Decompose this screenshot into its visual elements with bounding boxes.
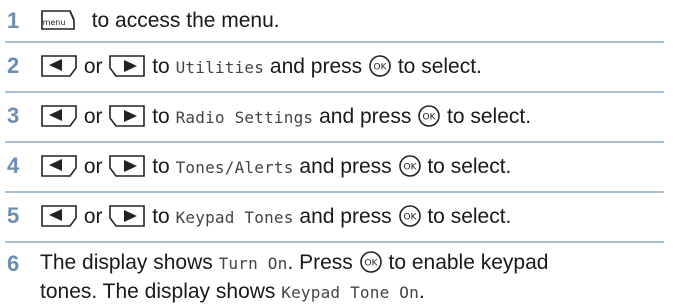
step-number: 6	[7, 251, 20, 276]
menu-item-name: Keypad Tones	[175, 208, 294, 227]
to-select-text: to select.	[427, 205, 512, 228]
step-line-1: The display shows Turn On. Press OK to e…	[40, 249, 664, 278]
to-select-text: to select.	[397, 55, 482, 78]
right-arrow-key-icon	[109, 105, 146, 127]
to-text: to	[152, 105, 170, 128]
and-press-text: and press	[299, 155, 392, 178]
step-1: 1 menu to access the menu.	[0, 0, 681, 43]
svg-text:OK: OK	[374, 63, 388, 73]
period-text: .	[418, 280, 425, 303]
step-6: 6 The display shows Turn On. Press OK to…	[0, 243, 681, 304]
step-line-2: tones. The display shows Keypad Tone On.	[40, 278, 664, 307]
left-arrow-key-icon	[41, 205, 77, 227]
left-arrow-key-icon	[41, 55, 77, 77]
or-text: or	[83, 205, 103, 228]
right-arrow-key-icon	[109, 55, 146, 77]
step-content: or to Tones/Alerts and press OK to selec…	[40, 153, 664, 182]
left-arrow-key-icon	[41, 155, 77, 177]
step-content: The display shows Turn On. Press OK to e…	[40, 249, 664, 307]
step-2: 2 or to Utilities and press OK to select…	[0, 43, 681, 93]
step-content: or to Keypad Tones and press OK to selec…	[40, 203, 664, 232]
svg-text:menu: menu	[43, 18, 66, 27]
right-arrow-key-icon	[109, 205, 146, 227]
display-shows-text: The display shows	[40, 251, 213, 274]
procedure-steps: 1 menu to access the menu. 2 or to Utili…	[0, 0, 681, 304]
step-number: 4	[7, 153, 20, 178]
and-press-text: and press	[319, 105, 412, 128]
menu-item-name: Tones/Alerts	[175, 158, 294, 177]
step-5: 5 or to Keypad Tones and press OK to sel…	[0, 193, 681, 243]
svg-text:OK: OK	[423, 113, 437, 123]
step-content: menu to access the menu.	[40, 7, 664, 35]
to-select-text: to select.	[447, 105, 532, 128]
menu-item-name: Radio Settings	[175, 108, 314, 127]
display-text: Keypad Tone On	[281, 283, 419, 302]
step-4: 4 or to Tones/Alerts and press OK to sel…	[0, 143, 681, 193]
step-number: 5	[7, 203, 20, 228]
and-press-text: and press	[269, 55, 363, 78]
left-arrow-key-icon	[41, 105, 77, 127]
step-content: or to Radio Settings and press OK to sel…	[40, 103, 664, 132]
ok-key-icon: OK	[398, 155, 421, 177]
to-select-text: to select.	[427, 155, 512, 178]
step-text: to access the menu.	[91, 9, 280, 32]
right-arrow-key-icon	[109, 155, 146, 177]
to-text: to	[152, 55, 170, 78]
ok-key-icon: OK	[359, 251, 382, 273]
or-text: or	[83, 105, 103, 128]
or-text: or	[83, 55, 103, 78]
to-text: to	[152, 205, 170, 228]
and-press-text: and press	[299, 205, 392, 228]
step-3: 3 or to Radio Settings and press OK to s…	[0, 93, 681, 143]
to-text: to	[152, 155, 170, 178]
svg-text:OK: OK	[364, 259, 378, 269]
step-number: 2	[7, 53, 20, 78]
enable-text: to enable keypad	[388, 251, 549, 274]
menu-item-name: Utilities	[175, 58, 265, 77]
svg-text:OK: OK	[403, 163, 417, 173]
tones-display-shows-text: tones. The display shows	[40, 280, 276, 303]
ok-key-icon: OK	[398, 205, 421, 227]
menu-key-icon: menu	[41, 10, 75, 30]
press-text: . Press	[287, 251, 353, 274]
display-text: Turn On	[218, 254, 288, 273]
svg-text:OK: OK	[403, 213, 417, 223]
step-number: 1	[7, 8, 20, 33]
or-text: or	[83, 155, 103, 178]
step-number: 3	[7, 103, 20, 128]
ok-key-icon: OK	[418, 105, 440, 127]
ok-key-icon: OK	[369, 55, 391, 77]
step-content: or to Utilities and press OK to select.	[40, 53, 664, 82]
